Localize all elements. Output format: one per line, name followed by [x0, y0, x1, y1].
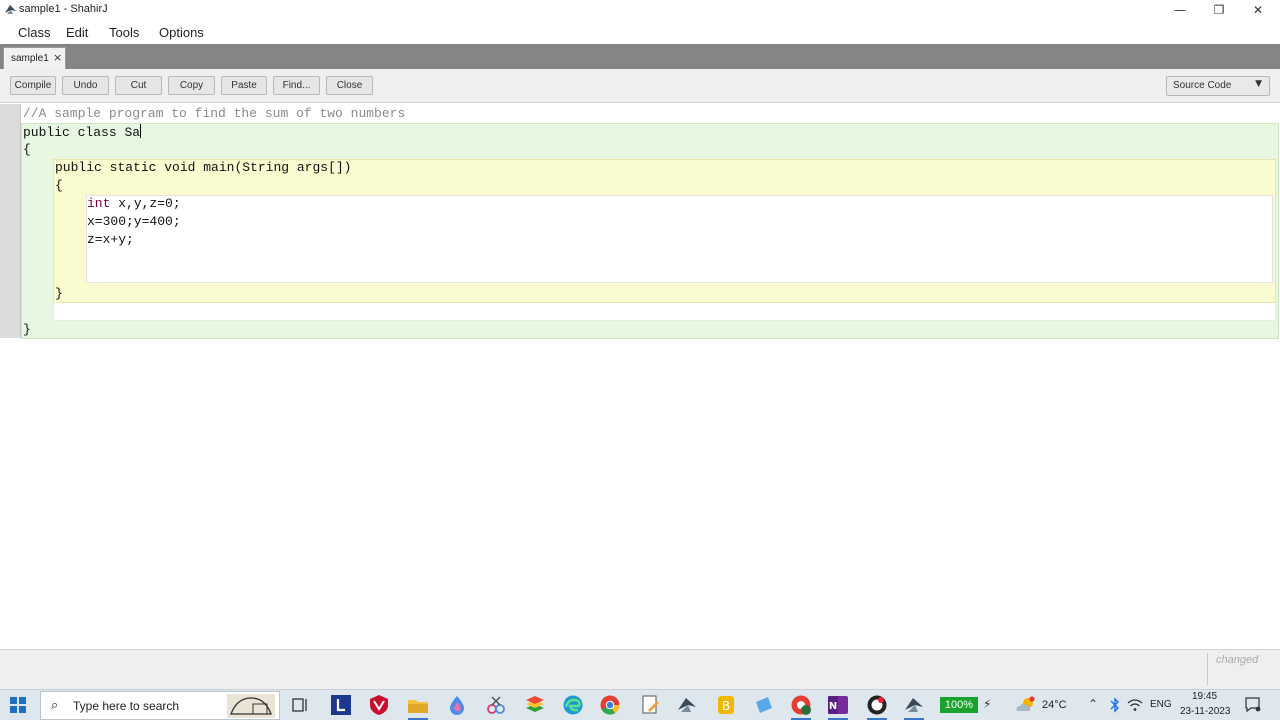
tray-chevron-up-icon[interactable]: ⌃: [1088, 697, 1098, 711]
code-keyword: int: [87, 196, 111, 211]
view-mode-label: Source Code: [1173, 80, 1232, 91]
svg-text:B: B: [722, 699, 730, 713]
copy-button[interactable]: Copy: [168, 76, 215, 95]
bluej-bird-icon: [5, 5, 16, 14]
close-button[interactable]: Close: [326, 76, 373, 95]
method-body-highlight: [86, 195, 1273, 283]
class-name-text: Sa: [124, 125, 141, 140]
code-brace-open-method: {: [55, 178, 63, 193]
declaration-rest: x,y,z=0;: [118, 196, 181, 211]
tab-label: sample1: [11, 53, 49, 64]
code-line-sum: z=x+y;: [87, 232, 134, 247]
chevron-down-icon: ▼: [1255, 79, 1262, 89]
app-l-icon[interactable]: [330, 694, 352, 716]
minimize-button[interactable]: —: [1160, 0, 1200, 20]
code-line-declaration: int x,y,z=0;: [87, 196, 181, 211]
cut-button[interactable]: Cut: [115, 76, 162, 95]
svg-text:N: N: [829, 701, 837, 712]
method-signature: main(String args[]): [203, 160, 352, 175]
document-pen-icon[interactable]: [639, 694, 661, 716]
clock-time[interactable]: 19:45: [1192, 691, 1217, 702]
maximize-button[interactable]: ❐: [1199, 0, 1239, 20]
menu-tools[interactable]: Tools: [109, 25, 139, 40]
weather-cloud-icon[interactable]: [1014, 696, 1036, 714]
code-line-method: public static void main(String args[]): [55, 160, 351, 175]
tab-strip: sample1 ×: [0, 44, 1280, 69]
text-caret: [140, 124, 142, 138]
code-keyword: public class: [23, 125, 117, 140]
snipping-tool-icon[interactable]: [485, 694, 507, 716]
windows-start-icon[interactable]: [10, 697, 26, 713]
paint-drop-icon[interactable]: [446, 694, 468, 716]
code-comment: //A sample program to find the sum of tw…: [23, 106, 406, 121]
wifi-icon[interactable]: [1127, 698, 1143, 712]
menu-class[interactable]: Class: [18, 25, 51, 40]
tablet-app-icon[interactable]: [753, 694, 775, 716]
code-keyword: public static void: [55, 160, 196, 175]
status-changed: changed: [1216, 654, 1259, 666]
coin-b-icon[interactable]: B: [715, 694, 737, 716]
obs-record-icon[interactable]: [866, 694, 888, 716]
menu-bar: Class Edit Tools Options: [0, 20, 1280, 44]
close-window-button[interactable]: ✕: [1238, 0, 1278, 20]
code-line-assign: x=300;y=400;: [87, 214, 181, 229]
task-view-icon[interactable]: [289, 694, 311, 716]
chrome-profile-icon[interactable]: [790, 694, 812, 716]
code-brace-close-method: }: [55, 286, 63, 301]
tab-close-icon[interactable]: ×: [53, 51, 62, 64]
view-mode-select[interactable]: Source Code ▼: [1166, 76, 1270, 96]
bluej-active-icon[interactable]: [903, 694, 925, 716]
bluej-bird-taskbar-icon[interactable]: [676, 694, 698, 716]
undo-button[interactable]: Undo: [62, 76, 109, 95]
onenote-icon[interactable]: N: [827, 694, 849, 716]
bluetooth-icon[interactable]: [1109, 697, 1121, 713]
taskbar-search-box[interactable]: ⌕ Type here to search: [40, 691, 280, 720]
window-title: sample1 - ShahirJ: [19, 3, 108, 15]
weather-temperature[interactable]: 24°C: [1042, 699, 1067, 711]
paste-button[interactable]: Paste: [221, 76, 267, 95]
status-separator: [1207, 653, 1208, 685]
windows-taskbar: ⌕ Type here to search B N 100% ⚡ 24°C ⌃ …: [0, 689, 1280, 720]
title-bar: sample1 - ShahirJ — ❐ ✕: [0, 0, 1280, 20]
clock-date[interactable]: 23-11-2023: [1180, 706, 1230, 717]
screen: sample1 - ShahirJ — ❐ ✕ Class Edit Tools…: [0, 0, 1280, 720]
input-language[interactable]: ENG: [1150, 699, 1172, 710]
battery-indicator[interactable]: 100%: [940, 697, 978, 713]
search-placeholder: Type here to search: [73, 699, 180, 713]
notification-center-icon[interactable]: [1244, 696, 1261, 713]
menu-options[interactable]: Options: [159, 25, 204, 40]
code-brace-open-class: {: [23, 142, 31, 157]
code-line-class: public class Sa: [23, 124, 142, 140]
search-highlight-art-icon: [227, 694, 275, 718]
line-gutter[interactable]: [0, 104, 21, 338]
bluestacks-stack-icon[interactable]: [524, 694, 546, 716]
tab-sample1[interactable]: sample1 ×: [3, 47, 66, 69]
search-icon: ⌕: [51, 698, 59, 713]
compile-button[interactable]: Compile: [10, 76, 56, 95]
code-brace-close-class: }: [23, 322, 31, 337]
edge-browser-icon[interactable]: [562, 694, 584, 716]
find-button[interactable]: Find...: [273, 76, 320, 95]
menu-edit[interactable]: Edit: [66, 25, 88, 40]
charging-plug-icon: ⚡: [983, 697, 992, 711]
status-bar: changed: [0, 649, 1280, 689]
chrome-browser-icon[interactable]: [599, 694, 621, 716]
file-explorer-icon[interactable]: [407, 694, 429, 716]
class-inner-gap: [53, 303, 1276, 321]
toolbar: Compile Undo Cut Copy Paste Find... Clos…: [0, 69, 1280, 103]
mcafee-shield-icon[interactable]: [368, 694, 390, 716]
code-editor[interactable]: //A sample program to find the sum of tw…: [0, 104, 1280, 649]
